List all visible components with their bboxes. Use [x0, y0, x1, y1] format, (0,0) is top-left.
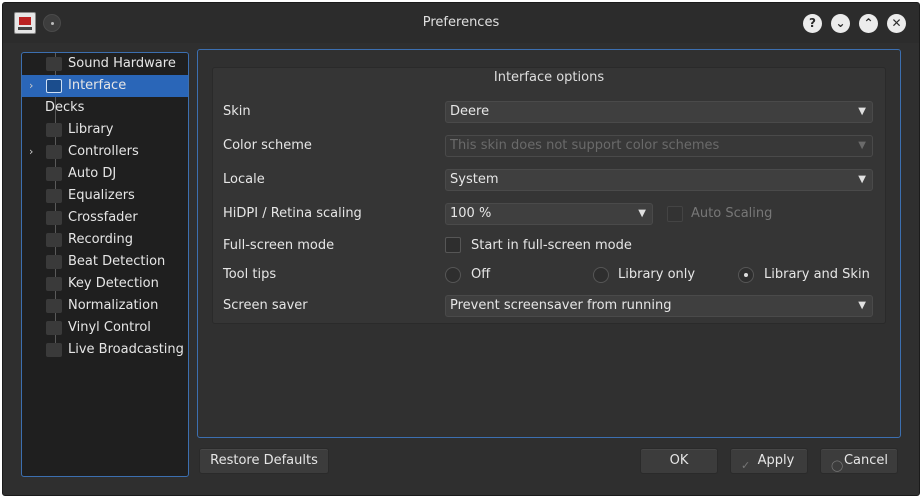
sidebar-item-decks[interactable]: Decks — [22, 97, 188, 119]
ok-button[interactable]: OK — [640, 448, 718, 474]
color-scheme-select-value: This skin does not support color schemes — [450, 138, 720, 153]
titlebar[interactable]: Preferences ? ⌄ ⌃ ✕ — [3, 3, 919, 43]
window-title: Preferences — [422, 15, 500, 30]
sidebar-item-label: Beat Detection — [68, 254, 166, 269]
sidebar-item-normalization[interactable]: Normalization — [22, 295, 188, 317]
tooltips-off-label[interactable]: Off — [471, 267, 490, 282]
recording-icon — [46, 233, 62, 247]
sidebar-item-label: Recording — [68, 232, 134, 247]
apply-button[interactable]: ✓ Apply — [730, 448, 808, 474]
chevron-down-icon: ▼ — [858, 106, 866, 117]
skin-select-value: Deere — [450, 104, 490, 119]
controller-icon — [46, 145, 62, 159]
tooltips-label: Tool tips — [223, 267, 277, 282]
library-icon — [46, 123, 62, 137]
restore-defaults-label: Restore Defaults — [210, 453, 318, 468]
group-title: Interface options — [493, 70, 605, 85]
interface-icon — [46, 79, 62, 93]
interface-options-group: Interface options Skin Deere ▼ Color sch… — [212, 67, 886, 324]
fullscreen-label: Full-screen mode — [223, 238, 335, 253]
hidpi-scale-select[interactable]: 100 % ▼ — [445, 203, 653, 225]
sidebar-item-label: Live Broadcasting — [68, 342, 184, 357]
skin-select[interactable]: Deere ▼ — [445, 101, 873, 123]
sidebar-item-beat-detection[interactable]: Beat Detection — [22, 251, 188, 273]
sidebar-item-key-detection[interactable]: Key Detection — [22, 273, 188, 295]
sidebar-item-sound-hardware[interactable]: Sound Hardware — [22, 53, 188, 75]
auto-scaling-label: Auto Scaling — [691, 206, 773, 221]
cancel-label: Cancel — [843, 453, 889, 468]
sidebar-item-label: Vinyl Control — [68, 320, 151, 335]
maximize-button[interactable]: ⌃ — [859, 14, 878, 33]
restore-defaults-button[interactable]: Restore Defaults — [199, 448, 329, 474]
chevron-down-icon: ▼ — [858, 140, 866, 151]
expand-arrow-icon[interactable]: › — [29, 75, 33, 97]
auto-scaling-checkbox — [667, 206, 683, 222]
normalization-icon — [46, 299, 62, 313]
chevron-down-icon: ▼ — [858, 174, 866, 185]
expand-arrow-icon[interactable]: › — [29, 141, 33, 163]
sidebar-item-label: Key Detection — [68, 276, 159, 291]
autodj-icon — [46, 167, 62, 181]
checkmark-icon: ✓ — [741, 459, 751, 472]
tooltips-library-and-skin-label[interactable]: Library and Skin — [764, 267, 870, 282]
sidebar-item-label: Library — [68, 122, 114, 137]
cancel-button[interactable]: ◯ Cancel — [820, 448, 898, 474]
sidebar-item-label: Normalization — [68, 298, 159, 313]
screensaver-select[interactable]: Prevent screensaver from running ▼ — [445, 295, 873, 317]
apply-label: Apply — [757, 453, 795, 468]
color-scheme-select: This skin does not support color schemes… — [445, 135, 873, 157]
equalizer-icon — [46, 189, 62, 203]
fullscreen-checkbox[interactable] — [445, 237, 461, 253]
sidebar-item-label: Equalizers — [68, 188, 135, 203]
chevron-down-icon: ▼ — [858, 300, 866, 311]
chevron-down-icon: ▼ — [638, 208, 646, 219]
sidebar-item-controllers[interactable]: › Controllers — [22, 141, 188, 163]
beat-detection-icon — [46, 255, 62, 269]
locale-label: Locale — [223, 172, 265, 187]
sidebar-item-crossfader[interactable]: Crossfader — [22, 207, 188, 229]
locale-select[interactable]: System ▼ — [445, 169, 873, 191]
sidebar-item-vinyl-control[interactable]: Vinyl Control — [22, 317, 188, 339]
vinyl-icon — [46, 321, 62, 335]
sidebar-item-live-broadcasting[interactable]: Live Broadcasting — [22, 339, 188, 361]
sidebar-item-label: Crossfader — [68, 210, 138, 225]
close-button[interactable]: ✕ — [887, 14, 906, 33]
sidebar-item-label: Interface — [68, 78, 127, 93]
sidebar-item-label: Decks — [45, 100, 85, 115]
minimize-button[interactable]: ⌄ — [831, 14, 850, 33]
sidebar-item-label: Auto DJ — [68, 166, 117, 181]
sidebar-item-interface[interactable]: › Interface — [22, 75, 188, 97]
sidebar-item-library[interactable]: Library — [22, 119, 188, 141]
hidpi-label: HiDPI / Retina scaling — [223, 206, 362, 221]
crossfader-icon — [46, 211, 62, 225]
interface-panel: Interface options Skin Deere ▼ Color sch… — [197, 49, 901, 438]
hidpi-scale-value: 100 % — [450, 206, 492, 221]
tooltips-library-only-label[interactable]: Library only — [618, 267, 695, 282]
preferences-window: Preferences ? ⌄ ⌃ ✕ Sound Hardware › Int… — [2, 2, 920, 496]
locale-select-value: System — [450, 172, 499, 187]
tooltips-library-only-radio[interactable] — [593, 267, 609, 283]
sidebar-item-recording[interactable]: Recording — [22, 229, 188, 251]
skin-label: Skin — [223, 104, 251, 119]
tooltips-off-radio[interactable] — [445, 267, 461, 283]
sidebar-item-auto-dj[interactable]: Auto DJ — [22, 163, 188, 185]
screensaver-select-value: Prevent screensaver from running — [450, 298, 672, 313]
sidebar-item-equalizers[interactable]: Equalizers — [22, 185, 188, 207]
preferences-sidebar: Sound Hardware › Interface Decks Library… — [21, 52, 189, 477]
sidebar-item-label: Controllers — [68, 144, 139, 159]
sidebar-item-label: Sound Hardware — [68, 56, 176, 71]
tooltips-library-and-skin-radio[interactable] — [738, 267, 754, 283]
broadcast-icon — [46, 343, 62, 357]
cancel-icon: ◯ — [831, 459, 844, 472]
fullscreen-checkbox-label[interactable]: Start in full-screen mode — [471, 238, 632, 253]
help-button[interactable]: ? — [803, 14, 822, 33]
key-detection-icon — [46, 277, 62, 291]
screensaver-label: Screen saver — [223, 298, 308, 313]
color-scheme-label: Color scheme — [223, 138, 312, 153]
ok-label: OK — [669, 453, 689, 468]
speaker-icon — [46, 57, 62, 71]
